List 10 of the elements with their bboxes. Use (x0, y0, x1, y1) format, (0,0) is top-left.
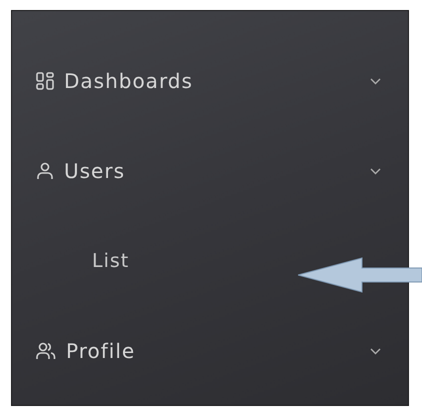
sidebar-item[interactable]: Profile (12, 306, 408, 396)
chevron-down-icon (370, 168, 381, 174)
chevron-down-icon (370, 78, 381, 84)
chevron-down-icon (370, 348, 381, 354)
user-icon (36, 162, 54, 180)
sidebar-item[interactable]: Users (12, 126, 408, 216)
users-icon (36, 342, 56, 360)
dashboard-grid-icon (36, 72, 54, 90)
sidebar-item[interactable]: Dashboards (12, 36, 408, 126)
sidebar-subitem[interactable]: List (12, 216, 408, 306)
